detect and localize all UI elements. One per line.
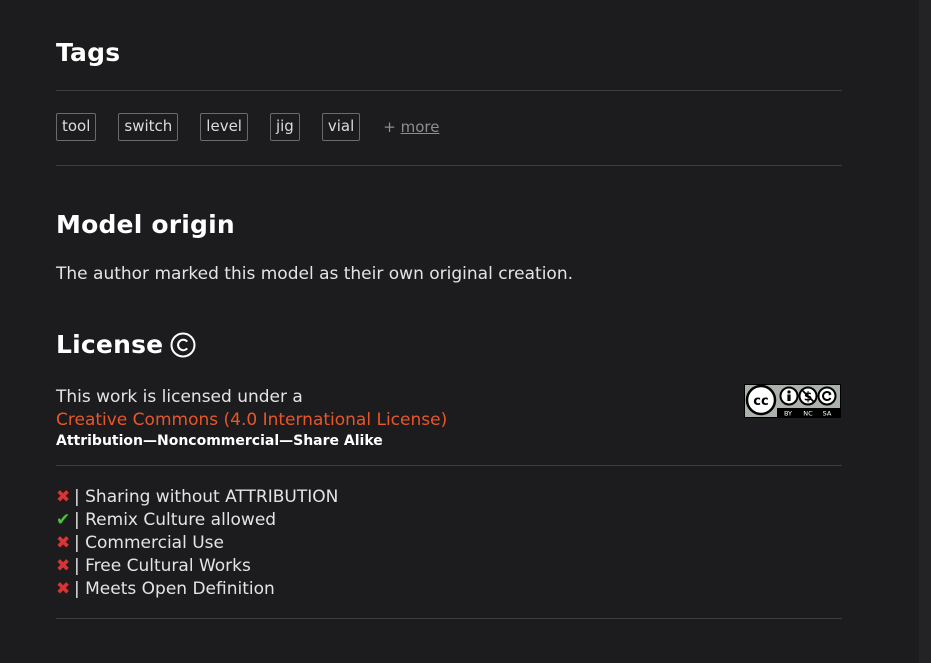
scrollbar-track[interactable] — [919, 0, 931, 663]
tag-chip[interactable]: level — [200, 113, 248, 141]
tag-chip[interactable]: switch — [118, 113, 179, 141]
license-feature-text: | Free Cultural Works — [74, 556, 251, 576]
license-feature: ✖ | Free Cultural Works — [56, 555, 338, 578]
license-feature-text: | Commercial Use — [74, 533, 224, 553]
tag-chip[interactable]: jig — [269, 113, 300, 141]
svg-text:cc: cc — [753, 394, 768, 409]
license-feature: ✔ | Remix Culture allowed — [56, 509, 338, 532]
model-origin-text: The author marked this model as their ow… — [56, 264, 573, 284]
badge-label: SA — [823, 410, 832, 418]
license-feature-text: | Sharing without ATTRIBUTION — [74, 487, 339, 507]
license-terms: Attribution—Noncommercial—Share Alike — [56, 433, 383, 449]
license-feature: ✖ | Commercial Use — [56, 532, 338, 555]
license-heading: License — [56, 330, 164, 359]
copyright-icon — [170, 332, 196, 358]
cross-icon: ✖ — [56, 533, 71, 553]
divider — [56, 465, 842, 466]
badge-label: NC — [803, 410, 813, 418]
badge-label: BY — [784, 410, 792, 418]
license-feature-text: | Remix Culture allowed — [74, 510, 277, 530]
more-tags: + more — [383, 118, 439, 136]
cross-icon: ✖ — [56, 579, 71, 599]
license-heading-row: License — [56, 330, 196, 359]
more-prefix: + — [383, 118, 401, 136]
model-origin-heading: Model origin — [56, 210, 235, 239]
divider — [56, 165, 842, 166]
cc-by-nc-sa-badge[interactable]: cc $ BY NC SA — [744, 384, 841, 418]
license-feature: ✖ | Meets Open Definition — [56, 578, 338, 601]
more-tags-link[interactable]: more — [401, 118, 440, 136]
license-feature: ✖ | Sharing without ATTRIBUTION — [56, 486, 338, 509]
divider — [56, 90, 842, 91]
tag-chip[interactable]: vial — [321, 113, 361, 141]
license-feature-list: ✖ | Sharing without ATTRIBUTION ✔ | Remi… — [56, 486, 338, 601]
license-link[interactable]: Creative Commons (4.0 International Lice… — [56, 408, 447, 432]
divider — [56, 618, 842, 619]
check-icon: ✔ — [56, 510, 71, 530]
tag-list: tool switch level jig vial + more — [56, 113, 439, 141]
license-feature-text: | Meets Open Definition — [74, 579, 275, 599]
cross-icon: ✖ — [56, 487, 71, 507]
cross-icon: ✖ — [56, 556, 71, 576]
tag-chip[interactable]: tool — [56, 113, 97, 141]
license-intro: This work is licensed under a — [56, 387, 303, 407]
tags-heading: Tags — [56, 38, 121, 67]
license-info: This work is licensed under a Creative C… — [56, 386, 447, 450]
